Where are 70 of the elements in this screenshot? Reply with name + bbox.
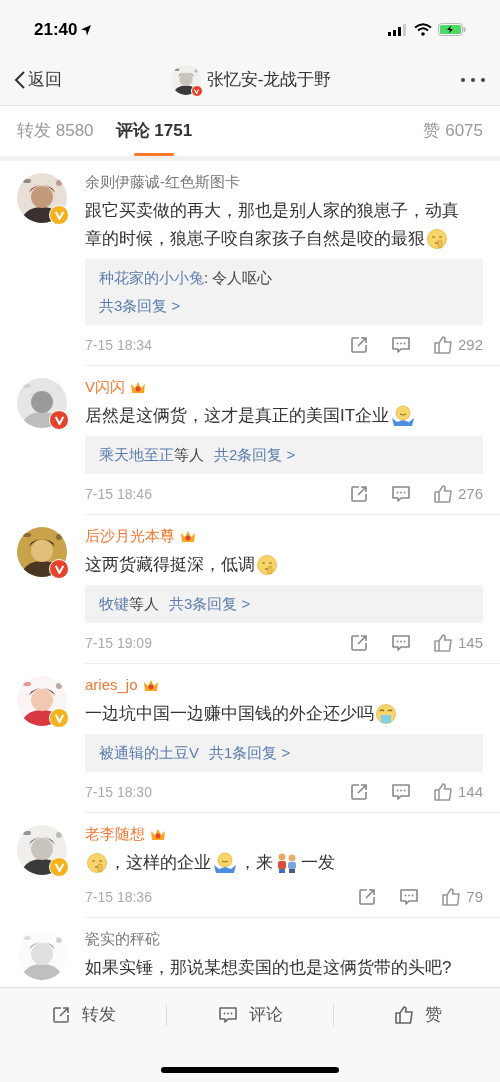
reply-author-link[interactable]: 乘天地至正 (99, 443, 174, 467)
comment-icon[interactable] (398, 886, 421, 908)
more-replies-link[interactable]: 共3条回复 > (99, 294, 181, 318)
toolbar-button[interactable]: 评论 (217, 1002, 283, 1028)
reply-text: 等人 (129, 593, 159, 614)
share-icon (50, 1004, 72, 1026)
reply-author-link[interactable]: 被通辑的土豆V (99, 741, 199, 765)
comment-text: 一边坑中国一边赚中国钱的外企还少吗 (85, 703, 374, 725)
like-button[interactable]: 292 (431, 333, 483, 357)
page-title: 张忆安-龙战于野 (206, 69, 332, 92)
user-name[interactable]: aries_jo (85, 673, 138, 697)
comment-text: 一发 (301, 852, 335, 874)
more-icon[interactable] (460, 77, 486, 83)
tab[interactable]: 转发 8580 (17, 106, 94, 156)
signal-icon (388, 23, 408, 36)
like-icon (431, 334, 454, 356)
shush-emoji-icon (86, 852, 108, 874)
comment-text: 居然是这俩货，这才是真正的美国IT企业 (85, 405, 390, 427)
tab[interactable]: 评论 1751 (115, 106, 193, 156)
toolbar-button[interactable]: 转发 (50, 1002, 116, 1028)
comment-icon[interactable] (389, 632, 412, 654)
comment-icon[interactable] (389, 334, 412, 356)
battery-icon (438, 23, 466, 36)
more-replies-link[interactable]: 共1条回复 > (209, 741, 291, 765)
comment-time: 7-15 18:46 (85, 484, 152, 504)
comment-icon[interactable] (389, 781, 412, 803)
shrug-emoji-icon (390, 405, 417, 427)
like-icon (431, 483, 454, 505)
wifi-icon (414, 23, 432, 36)
reply-author-link[interactable]: 种花家的小小兔 (99, 266, 204, 290)
comment-text: 这两货藏得挺深，低调 (85, 554, 255, 576)
user-name[interactable]: 瓷实的秤砣 (85, 927, 160, 951)
comment-time: 7-15 19:09 (85, 633, 152, 653)
shush-emoji-icon (256, 554, 278, 576)
comment-text: 章的时候，狼崽子咬自家孩子自然是咬的最狠 (85, 228, 425, 250)
comment-icon[interactable] (389, 483, 412, 505)
comment-text: ，来 (239, 852, 273, 874)
user-name[interactable]: 余则伊藤诚-红色斯图卡 (85, 170, 240, 194)
more-replies-link[interactable]: 共3条回复 > (169, 592, 251, 616)
like-button[interactable]: 79 (440, 885, 483, 909)
tab[interactable]: 赞 6075 (423, 106, 483, 156)
comment-time: 7-15 18:36 (85, 887, 152, 907)
shrug-emoji-icon (212, 852, 238, 874)
more-replies-link[interactable]: 共2条回复 > (214, 443, 296, 467)
back-chevron-icon (14, 70, 26, 90)
reply-text: : 令人呕心 (204, 267, 273, 288)
like-icon (431, 781, 454, 803)
user-name[interactable]: 后沙月光本尊 (85, 524, 175, 548)
back-button[interactable]: 返回 (14, 67, 62, 93)
toolbar-button[interactable]: 赞 (392, 1002, 442, 1028)
comment-text: 跟它买卖做的再大，那也是别人家的狼崽子，动真 (85, 200, 459, 222)
comment-time: 7-15 18:30 (85, 782, 152, 802)
user-name[interactable]: V闪闪 (85, 375, 125, 399)
comment-icon (217, 1004, 239, 1026)
comment-text: 如果实锤，那说某想卖国的也是这俩货带的头吧? (85, 957, 452, 979)
puke-emoji-icon (375, 703, 397, 725)
comment-time: 7-15 18:34 (85, 335, 152, 355)
like-icon (440, 886, 463, 908)
like-icon (392, 1004, 415, 1026)
reply-text: 等人 (174, 444, 204, 465)
like-button[interactable]: 276 (431, 482, 483, 506)
location-arrow-icon (79, 22, 94, 37)
like-icon (431, 632, 454, 654)
user-name[interactable]: 老李随想 (85, 822, 145, 846)
reply-author-link[interactable]: 牧键 (99, 592, 129, 616)
like-button[interactable]: 145 (431, 631, 483, 655)
like-button[interactable]: 144 (431, 780, 483, 804)
shush-emoji-icon (426, 228, 448, 250)
comment-text: ，这样的企业 (109, 852, 211, 874)
status-time: 21:40 (34, 18, 78, 41)
